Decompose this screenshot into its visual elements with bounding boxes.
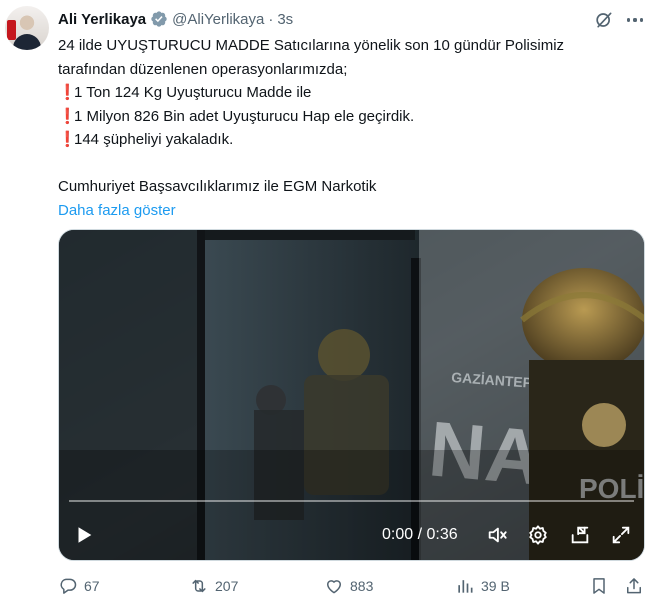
author-avatar[interactable] [5,6,49,50]
author-handle[interactable]: @AliYerlikaya [172,11,264,28]
tweet-header: Ali Yerlikaya @AliYerlikaya · 3s [58,9,293,29]
tweet-timestamp[interactable]: 3s [277,11,293,28]
reply-count: 67 [84,578,100,594]
pip-icon[interactable] [569,523,593,547]
video-progress-track[interactable] [69,500,634,502]
share-icon [627,578,641,594]
bullet-item: ❗1 Milyon 826 Bin adet Uyuşturucu Hap el… [58,105,648,129]
author-name[interactable]: Ali Yerlikaya [58,11,146,28]
avatar-suit-shape [13,34,41,50]
share-button[interactable] [624,574,644,598]
bullet-text: 144 şüpheliyi yakaladık. [74,131,234,148]
fullscreen-icon[interactable] [610,523,634,547]
video-player[interactable]: GAZİANTEP NAR POLİS 0:00 / 0:36 [58,229,645,561]
bullet-text: 1 Ton 124 Kg Uyuşturucu Madde ile [74,84,312,101]
video-current-time: 0:00 [382,526,414,543]
like-button[interactable]: 883 [324,574,373,598]
repost-button[interactable]: 207 [189,574,238,598]
header-separator: · [268,10,274,28]
tweet-actions: 67 207 883 39 B [58,574,648,598]
like-count: 883 [350,578,374,594]
tweet-text: 24 ilde UYUŞTURUCU MADDE Satıcılarına yö… [58,34,648,222]
repost-icon [192,579,206,593]
video-frame: GAZİANTEP NAR POLİS [59,230,644,560]
views-icon [458,580,473,593]
video-time: 0:00 / 0:36 [382,523,458,547]
views-button[interactable]: 39 B [455,574,510,598]
bookmark-icon [593,578,605,594]
flag-shape [7,20,16,40]
repost-count: 207 [215,578,239,594]
settings-icon[interactable] [527,523,551,547]
bullet-item: ❗1 Ton 124 Kg Uyuşturucu Madde ile [58,81,648,105]
reply-icon [60,578,77,594]
video-time-separator: / [417,526,423,543]
tweet-line-1: 24 ilde UYUŞTURUCU MADDE Satıcılarına yö… [58,37,565,54]
volume-icon[interactable] [486,523,510,547]
verified-badge-icon[interactable] [150,10,168,28]
video-duration: 0:36 [426,526,458,543]
more-icon[interactable] [624,10,646,30]
bullet-text: 1 Milyon 826 Bin adet Uyuşturucu Hap ele… [74,107,415,125]
exclamation-icon: ❗ [58,84,77,101]
show-more-link[interactable]: Daha fazla göster [58,199,648,223]
tweet-line-2: tarafından düzenlenen operasyonlarımızda… [58,60,348,78]
play-icon[interactable] [73,523,97,547]
exclamation-icon: ❗ [58,107,77,125]
exclamation-icon: ❗ [58,131,77,148]
tweet-footer-line: Cumhuriyet Başsavcılıklarımız ile EGM Na… [58,178,377,195]
bullet-item: ❗144 şüpheliyi yakaladık. [58,128,648,152]
grok-icon[interactable] [594,10,614,30]
bookmark-button[interactable] [589,574,609,598]
reply-button[interactable]: 67 [58,574,100,598]
like-icon [327,580,341,594]
view-count: 39 B [481,578,510,594]
